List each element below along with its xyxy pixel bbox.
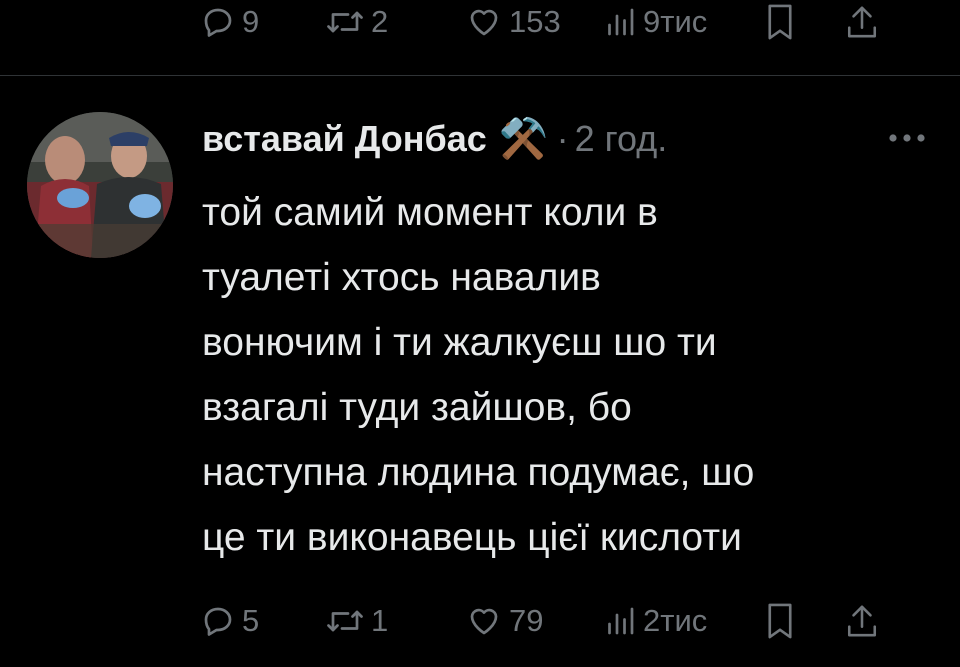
share-icon [847, 6, 877, 38]
more-options-button[interactable] [882, 118, 932, 158]
previous-post-action-bar: 9 2 153 9тис [200, 0, 940, 44]
header-separator: · [556, 118, 569, 159]
author-display-name[interactable]: вставай Донбас [202, 118, 487, 160]
post-text: той самий момент коли в туалеті хтось на… [202, 191, 755, 559]
views-icon [608, 8, 634, 36]
reply-count: 9 [242, 4, 260, 39]
views-button[interactable]: 9тис [605, 4, 765, 40]
reply-count: 5 [242, 603, 260, 638]
bookmark-icon [768, 4, 792, 40]
avatar[interactable] [27, 112, 173, 258]
hammer-pick-emoji-icon: ⚒️ [498, 117, 549, 161]
reply-icon [204, 607, 232, 636]
share-icon [847, 605, 877, 637]
avatar-photo [27, 112, 173, 258]
view-count: 9тис [643, 4, 708, 39]
like-button[interactable]: 153 [465, 4, 605, 40]
post-action-bar: 5 1 79 2тис [200, 599, 940, 643]
repost-button[interactable]: 2 [325, 4, 465, 40]
share-button[interactable] [845, 3, 885, 41]
post-divider [0, 75, 960, 76]
reply-button[interactable]: 5 [200, 603, 325, 639]
bookmark-button[interactable] [765, 3, 845, 41]
reply-icon [204, 8, 232, 37]
bookmark-button[interactable] [765, 602, 845, 640]
views-button[interactable]: 2тис [605, 603, 765, 639]
heart-icon [470, 608, 498, 635]
share-button[interactable] [845, 602, 885, 640]
views-icon [608, 607, 634, 635]
repost-button[interactable]: 1 [325, 603, 465, 639]
like-count: 79 [509, 603, 544, 638]
reply-button[interactable]: 9 [200, 4, 325, 40]
repost-icon [327, 11, 363, 33]
more-horizontal-icon [889, 134, 925, 142]
repost-icon [327, 610, 363, 632]
repost-count: 2 [371, 4, 389, 39]
repost-count: 1 [371, 603, 389, 638]
post-timestamp[interactable]: 2 год. [575, 118, 668, 160]
heart-icon [470, 9, 498, 36]
post-header: вставай Донбас ⚒️ · 2 год. [202, 112, 667, 166]
view-count: 2тис [643, 603, 708, 638]
like-button[interactable]: 79 [465, 603, 605, 639]
bookmark-icon [768, 603, 792, 639]
like-count: 153 [509, 4, 561, 39]
